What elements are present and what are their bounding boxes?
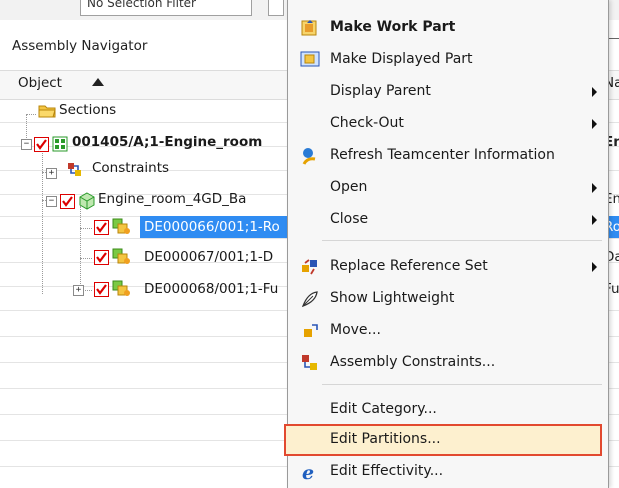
effectivity-e-icon: e (300, 462, 320, 484)
menu-item-label: Edit Category... (330, 401, 437, 417)
tree-connector (80, 206, 81, 294)
tree-item-subassembly[interactable]: Engine_room_4GD_Ba (98, 191, 246, 207)
menu-item-display-parent[interactable]: Display Parent (288, 76, 608, 108)
checkbox-checked[interactable] (34, 137, 49, 152)
folder-icon (38, 104, 56, 122)
menu-item-label: Show Lightweight (330, 290, 455, 306)
checkbox-checked[interactable] (94, 250, 109, 265)
column-header-object[interactable]: Object (18, 75, 62, 91)
menu-item-label: Display Parent (330, 83, 431, 99)
assembly-grid-icon (52, 136, 68, 156)
menu-item-check-out[interactable]: Check-Out (288, 108, 608, 140)
menu-item-show-lightweight[interactable]: Show Lightweight (288, 283, 608, 315)
menu-item-edit-effectivity[interactable]: e Edit Effectivity... (288, 456, 608, 488)
context-menu: Make Work Part Make Displayed Part Displ… (284, 0, 609, 488)
displayed-part-icon (300, 50, 320, 70)
menu-item-label: Edit Partitions... (330, 431, 441, 447)
expand-icon[interactable]: + (73, 285, 84, 296)
menu-item-label: Assembly Constraints... (330, 354, 496, 370)
menu-item-assembly-constraints[interactable]: Assembly Constraints... (288, 347, 608, 379)
selection-filter-text: No Selection Filter (87, 0, 196, 10)
sort-ascending-icon[interactable] (92, 78, 104, 86)
tree-item-constraints[interactable]: Constraints (92, 160, 169, 176)
tree-item-part-2[interactable]: DE000067/001;1-D (144, 249, 273, 265)
menu-separator (322, 240, 602, 241)
menu-item-label: Replace Reference Set (330, 258, 488, 274)
toolbar-small-dropdown[interactable] (268, 0, 284, 16)
menu-item-open[interactable]: Open (288, 172, 608, 204)
checkbox-checked[interactable] (60, 194, 75, 209)
menu-item-label: Move... (330, 322, 381, 338)
checkbox-checked[interactable] (94, 282, 109, 297)
collapse-icon[interactable]: − (21, 139, 32, 150)
move-icon (300, 321, 320, 341)
menu-item-label: Edit Effectivity... (330, 463, 444, 479)
submenu-arrow-icon (592, 87, 597, 97)
tree-connector (80, 258, 92, 259)
tree-item-part-3[interactable]: DE000068/001;1-Fu (144, 281, 278, 297)
assembly-constraints-icon (300, 353, 320, 373)
menu-separator (322, 384, 602, 385)
tree-item-sections[interactable]: Sections (59, 102, 116, 118)
menu-item-label: Make Work Part (330, 19, 456, 35)
menu-item-label: Make Displayed Part (330, 51, 473, 67)
menu-item-edit-partitions[interactable]: Edit Partitions... (288, 424, 608, 456)
menu-item-label: Close (330, 211, 369, 227)
checkbox-checked[interactable] (94, 220, 109, 235)
lightweight-feather-icon (300, 289, 320, 309)
menu-item-edit-category[interactable]: Edit Category... (288, 394, 608, 426)
collapse-icon[interactable]: − (46, 196, 57, 207)
work-part-icon (300, 18, 320, 38)
replace-reference-set-icon (300, 257, 320, 277)
constraints-icon (66, 161, 84, 183)
selection-filter-dropdown[interactable]: No Selection Filter (80, 0, 252, 16)
expand-icon[interactable]: + (46, 168, 57, 179)
menu-item-make-displayed-part[interactable]: Make Displayed Part (288, 44, 608, 76)
tree-connector (80, 228, 92, 229)
submenu-arrow-icon (592, 183, 597, 193)
submenu-arrow-icon (592, 262, 597, 272)
subassembly-cube-icon (78, 192, 96, 214)
menu-item-refresh-teamcenter[interactable]: Refresh Teamcenter Information (288, 140, 608, 172)
submenu-arrow-icon (592, 215, 597, 225)
menu-item-make-work-part[interactable]: Make Work Part (288, 12, 608, 44)
menu-item-close[interactable]: Close (288, 204, 608, 236)
menu-item-move[interactable]: Move... (288, 315, 608, 347)
tree-item-part-1[interactable]: DE000066/001;1-Ro (144, 219, 280, 235)
teamcenter-refresh-icon (300, 146, 320, 166)
component-part-icon (112, 248, 132, 270)
component-part-icon (112, 280, 132, 302)
svg-text:e: e (302, 462, 314, 482)
component-part-icon (112, 218, 132, 240)
menu-item-replace-reference-set[interactable]: Replace Reference Set (288, 251, 608, 283)
submenu-arrow-icon (592, 119, 597, 129)
tree-item-root-assembly[interactable]: 001405/A;1-Engine_room (72, 134, 262, 150)
menu-item-label: Open (330, 179, 368, 195)
tree-connector (26, 114, 36, 115)
menu-item-label: Check-Out (330, 115, 404, 131)
navigator-title: Assembly Navigator (12, 38, 148, 54)
menu-item-label: Refresh Teamcenter Information (330, 147, 555, 163)
